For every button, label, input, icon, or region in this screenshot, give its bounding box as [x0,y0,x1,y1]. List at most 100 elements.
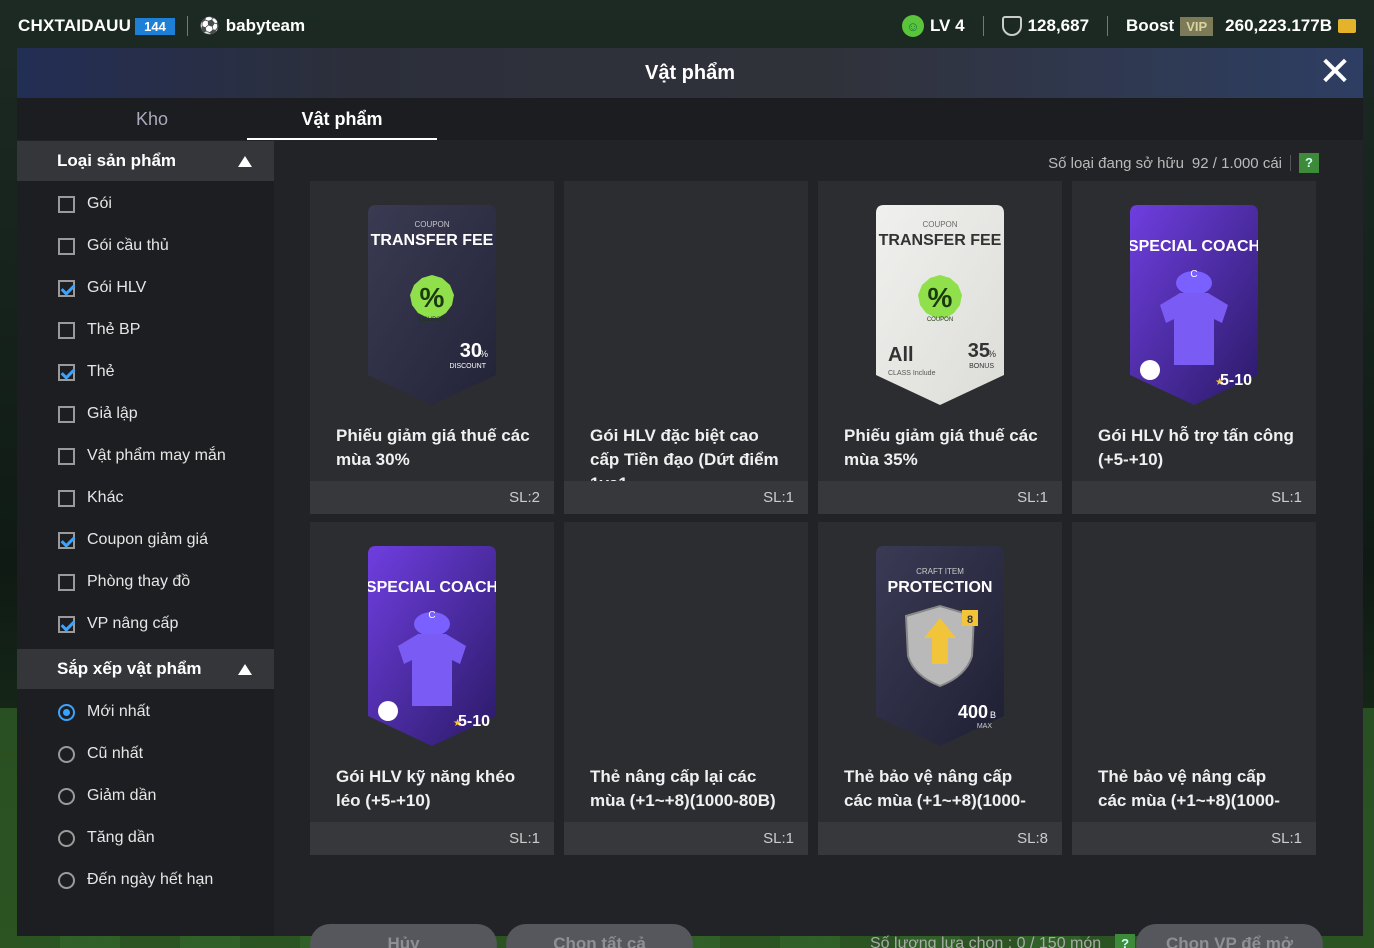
card-art-text: CRAFT ITEM [916,567,964,576]
user-level-badge: 144 [135,17,175,35]
vip-badge[interactable]: VIP [1180,16,1214,36]
item-card[interactable]: Thẻ nâng cấp lại các mùa (+1~+8)(1000-80… [564,522,808,855]
item-name: Thẻ nâng cấp lại các mùa (+1~+8)(1000-80… [590,767,776,810]
card-art-text: BONUS [969,363,994,370]
sort-option-label: Đến ngày hết hạn [87,871,214,888]
item-card[interactable]: Thẻ bảo vệ nâng cấp các mùa (+1~+8)(1000… [1072,522,1316,855]
checkbox[interactable] [58,573,75,591]
item-name: Thẻ bảo vệ nâng cấp các mùa (+1~+8)(1000… [1098,767,1280,810]
filter-option[interactable]: Gói cầu thủ [17,225,274,267]
filter-option-label: Khác [87,489,124,506]
checkbox[interactable] [58,321,75,339]
coins-value: 260,223.177B [1225,16,1332,35]
sort-option[interactable]: Đến ngày hết hạn [17,859,274,901]
sort-header[interactable]: Sắp xếp vật phẩm [17,649,274,689]
sort-option-label: Mới nhất [87,703,150,720]
card-art-text: 5-10 [458,713,490,730]
filter-option-label: Giả lập [87,405,138,422]
filter-option[interactable]: Vật phẩm may mắn [17,435,274,477]
checkbox[interactable] [58,195,75,213]
card-art-text: TRANSFER FEE [879,232,1002,249]
modal-header: Vật phẩm ✕ [17,48,1363,98]
collapse-arrow-icon[interactable] [238,663,252,675]
card-art-text: B [990,710,996,720]
item-quantity: SL:2 [310,481,554,514]
help-icon[interactable]: ? [1115,934,1136,948]
item-art [1130,546,1258,746]
filter-option[interactable]: Phòng thay đồ [17,561,274,603]
item-name: Phiếu giảm giá thuế các mùa 30% [336,426,530,469]
sort-option[interactable]: Tăng dần [17,817,274,859]
help-icon[interactable]: ? [1299,153,1319,173]
open-items-button[interactable]: Chọn VP để mở [1136,924,1323,948]
checkbox[interactable] [58,615,75,633]
item-card[interactable]: COUPON TRANSFER FEE % COUPON 30 % DISCOU… [310,181,554,514]
sort-option[interactable]: Cũ nhất [17,733,274,775]
checkbox[interactable] [58,489,75,507]
radio-button[interactable] [58,871,75,889]
checkbox[interactable] [58,237,75,255]
checkbox[interactable] [58,279,75,297]
card-art-text: % [480,349,488,359]
sort-option[interactable]: Mới nhất [17,691,274,733]
items-content: Số loại đang sở hữu 92 / 1.000 cái ? COU… [274,141,1363,948]
filter-option[interactable]: Gói [17,183,274,225]
item-card[interactable]: Gói HLV đặc biệt cao cấp Tiền đạo (Dứt đ… [564,181,808,514]
radio-button[interactable] [58,787,75,805]
select-all-button[interactable]: Chọn tất cả [506,924,693,948]
selection-label: Số lượng lựa chọn : 0 / 150 món [870,935,1102,948]
item-quantity: SL:1 [310,822,554,855]
checkbox[interactable] [58,363,75,381]
card-art-text: C [1190,269,1197,280]
card-art-text: COUPON [922,220,957,229]
divider [1290,155,1291,171]
tab-kho[interactable]: Kho [57,98,247,140]
owned-value: 92 / 1.000 cái [1191,154,1282,172]
card-art-text: 5-10 [1220,372,1252,389]
level-label: LV 4 [929,16,965,35]
card-art-text: All [888,344,914,366]
checkbox[interactable] [58,531,75,549]
filter-option[interactable]: Thẻ BP [17,309,274,351]
filter-option-label: Coupon giảm giá [87,531,208,548]
card-art-text: COUPON [414,220,449,229]
filter-option-label: Vật phẩm may mắn [87,447,226,464]
boost-label[interactable]: Boost [1126,16,1174,36]
sort-title: Sắp xếp vật phẩm [57,659,202,678]
item-card[interactable]: CRAFT ITEM PROTECTION 8 400 B MAX Thẻ bả… [818,522,1062,855]
checkbox[interactable] [58,405,75,423]
filter-option-label: Thẻ [87,363,115,380]
filter-option[interactable]: Gói HLV [17,267,274,309]
close-icon[interactable]: ✕ [1315,52,1355,94]
filter-option[interactable]: VP nâng cấp [17,603,274,645]
filter-option[interactable]: Khác [17,477,274,519]
coupon-icon: COUPON TRANSFER FEE % COUPON All CLASS I… [876,205,1004,405]
filter-option-label: Gói HLV [87,279,147,296]
collapse-arrow-icon[interactable] [238,155,252,167]
item-name: Gói HLV kỹ năng khéo léo (+5-+10) [336,767,516,810]
filter-option[interactable]: Thẻ [17,351,274,393]
item-card[interactable]: COUPON TRANSFER FEE % COUPON All CLASS I… [818,181,1062,514]
radio-button[interactable] [58,829,75,847]
coupon-icon: COUPON TRANSFER FEE % COUPON 30 % DISCOU… [368,205,496,405]
sort-option[interactable]: Giảm dần [17,775,274,817]
item-name: Phiếu giảm giá thuế các mùa 35% [844,426,1038,469]
item-card[interactable]: SPECIAL COACH C ★ 5-10 Gói HLV kỹ năng k… [310,522,554,855]
radio-button[interactable] [58,703,75,721]
filter-option[interactable]: Giả lập [17,393,274,435]
checkbox[interactable] [58,447,75,465]
card-art-text: CLASS Include [888,370,936,377]
svg-text:%: % [928,282,953,313]
item-art [622,205,750,405]
filter-option[interactable]: Coupon giảm giá [17,519,274,561]
card-art-text: % [988,349,996,359]
sort-list: Mới nhất Cũ nhất Giảm dần Tăng dần Đến n… [17,689,274,901]
item-quantity: SL:1 [564,481,808,514]
radio-button[interactable] [58,745,75,763]
category-filter-header[interactable]: Loại sản phẩm [17,141,274,181]
tab-vat-pham[interactable]: Vật phẩm [247,98,437,140]
card-art-text: COUPON [927,317,953,323]
item-card[interactable]: SPECIAL COACH C ★ 5-10 Gói HLV hỗ trợ tấ… [1072,181,1316,514]
item-art: COUPON TRANSFER FEE % COUPON All CLASS I… [876,205,1004,405]
cancel-button[interactable]: Hủy [310,924,497,948]
